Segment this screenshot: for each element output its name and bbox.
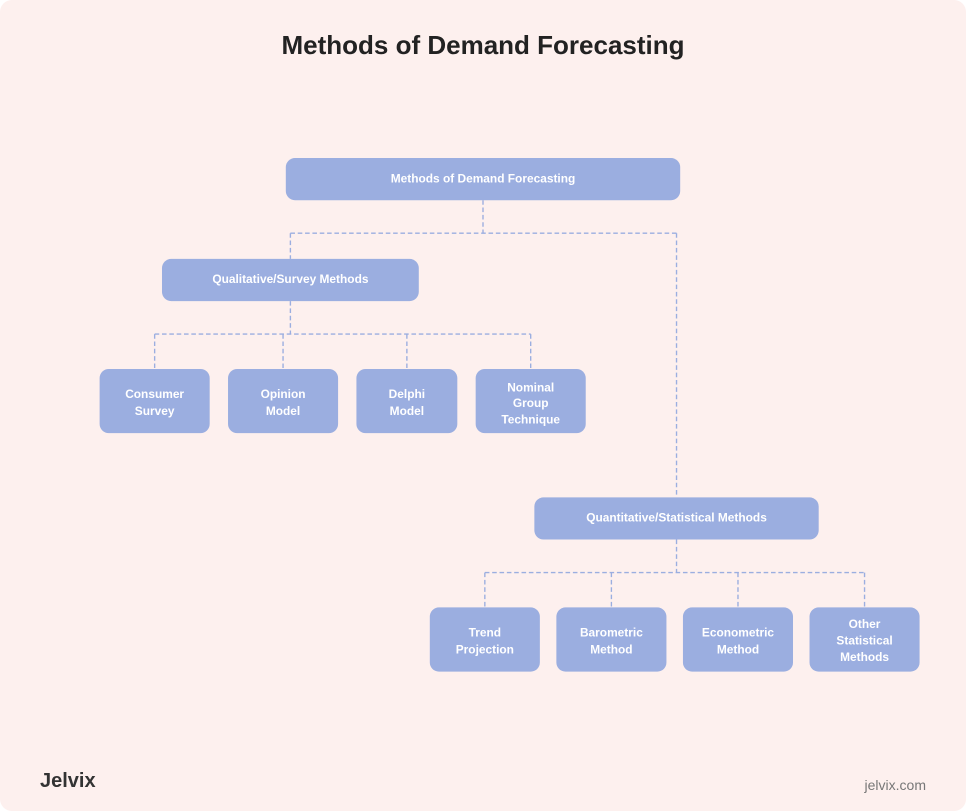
other-statistical-label-line2: Statistical xyxy=(836,634,892,648)
delphi-model-label-line1: Delphi xyxy=(389,387,425,401)
root-node-label: Methods of Demand Forecasting xyxy=(391,171,576,185)
econometric-bg xyxy=(683,607,793,671)
footer-brand: Jelvix xyxy=(40,770,96,793)
footer-url: jelvix.com xyxy=(865,777,926,793)
delphi-model-bg xyxy=(356,369,457,433)
trend-projection-label-line2: Projection xyxy=(456,643,514,657)
other-statistical-label-line1: Other xyxy=(849,617,881,631)
econometric-label-line1: Econometric xyxy=(702,625,774,639)
opinion-model-bg xyxy=(228,369,338,433)
delphi-model-label-line2: Model xyxy=(390,404,424,418)
other-statistical-label-line3: Methods xyxy=(840,650,889,664)
trend-projection-label-line1: Trend xyxy=(469,625,501,639)
barometric-bg xyxy=(556,607,666,671)
page-title: Methods of Demand Forecasting xyxy=(281,30,684,61)
page-container: Methods of Demand Forecasting .node-rect… xyxy=(0,0,966,811)
consumer-survey-label-line1: Consumer xyxy=(125,387,184,401)
diagram-svg: .node-rect { rx: 10; ry: 10; fill: #9bae… xyxy=(40,89,926,781)
nominal-group-label-line3: Technique xyxy=(501,412,560,426)
consumer-survey-label-line2: Survey xyxy=(135,404,175,418)
trend-projection-bg xyxy=(430,607,540,671)
barometric-label-line2: Method xyxy=(590,643,632,657)
barometric-label-line1: Barometric xyxy=(580,625,643,639)
econometric-label-line2: Method xyxy=(717,643,759,657)
qualitative-node-label: Qualitative/Survey Methods xyxy=(212,272,369,286)
opinion-model-label-line1: Opinion xyxy=(261,387,306,401)
opinion-model-label-line2: Model xyxy=(266,404,300,418)
nominal-group-label-line1: Nominal xyxy=(507,380,554,394)
diagram-area: .node-rect { rx: 10; ry: 10; fill: #9bae… xyxy=(40,89,926,781)
quantitative-node-label: Quantitative/Statistical Methods xyxy=(586,511,767,525)
consumer-survey-bg xyxy=(100,369,210,433)
nominal-group-label-line2: Group xyxy=(513,396,549,410)
